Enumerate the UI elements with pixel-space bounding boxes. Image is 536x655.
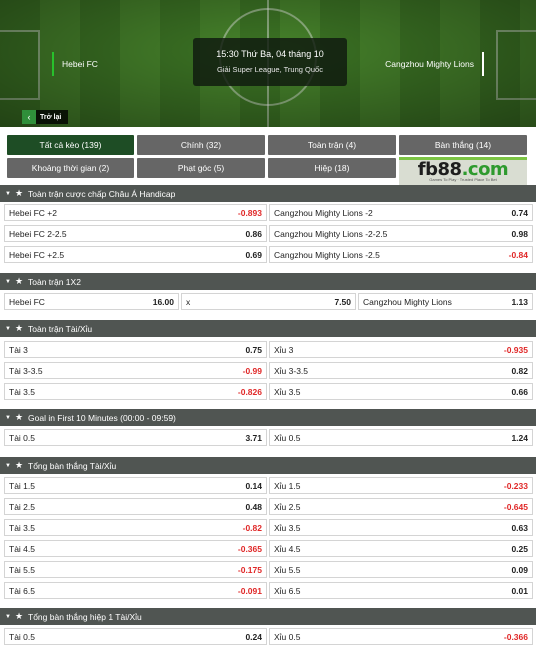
section-title: Toàn trận 1X2 — [28, 276, 81, 287]
tab-full-match[interactable]: Toàn trận (4) — [268, 135, 396, 155]
odds-cell[interactable]: Tài 1.5 0.14 — [4, 477, 267, 494]
odds-cell[interactable]: Xỉu 5.5 0.09 — [269, 561, 533, 578]
star-icon[interactable]: ★ — [14, 323, 24, 334]
odds-cell[interactable]: Tài 3-3.5 -0.99 — [4, 362, 267, 379]
odds-cell[interactable]: Cangzhou Mighty Lions -2 0.74 — [269, 204, 533, 221]
tab-time-period[interactable]: Khoảng thời gian (2) — [7, 158, 134, 178]
star-icon[interactable]: ★ — [14, 460, 24, 471]
odds-cell[interactable]: Xỉu 1.5 -0.233 — [269, 477, 533, 494]
back-button[interactable]: ‹ Trở lại — [22, 110, 69, 124]
odds-cell[interactable]: Xỉu 3-3.5 0.82 — [269, 362, 533, 379]
section-title: Toàn trận cược chấp Châu Á Handicap — [28, 188, 176, 199]
odds-cell[interactable]: Xỉu 3.5 0.66 — [269, 383, 533, 400]
odds-cell[interactable]: Xỉu 0.5 -0.366 — [269, 628, 533, 645]
odds-cell[interactable]: Tài 6.5 -0.091 — [4, 582, 267, 599]
star-icon[interactable]: ★ — [14, 276, 24, 287]
section-title: Toàn trận Tài/Xỉu — [28, 323, 93, 334]
caret-down-icon: ▼ — [5, 462, 11, 469]
odds-cell[interactable]: Xỉu 6.5 0.01 — [269, 582, 533, 599]
match-hero: Hebei FC 15:30 Thứ Ba, 04 tháng 10 Giải … — [0, 0, 536, 127]
section-header-first-half-total[interactable]: ▼ ★ Tổng bàn thắng hiệp 1 Tài/Xỉu — [0, 608, 536, 625]
section-title: Tổng bàn thắng Tài/Xỉu — [28, 460, 117, 471]
back-button-label: Trở lại — [40, 113, 62, 121]
caret-down-icon: ▼ — [5, 613, 11, 620]
odds-cell[interactable]: Cangzhou Mighty Lions -2-2.5 0.98 — [269, 225, 533, 242]
tab-goals[interactable]: Bàn thắng (14) — [399, 135, 527, 155]
section-header-over-under[interactable]: ▼ ★ Toàn trận Tài/Xỉu — [0, 320, 536, 337]
star-icon[interactable]: ★ — [14, 188, 24, 199]
section-header-1x2[interactable]: ▼ ★ Toàn trận 1X2 — [0, 273, 536, 290]
odds-cell[interactable]: Cangzhou Mighty Lions 1.13 — [358, 293, 533, 310]
odds-cell[interactable]: Tài 4.5 -0.365 — [4, 540, 267, 557]
odds-cell[interactable]: Hebei FC 2-2.5 0.86 — [4, 225, 267, 242]
caret-down-icon: ▼ — [5, 278, 11, 285]
match-league: Giải Super League, Trung Quốc — [217, 65, 323, 74]
odds-cell[interactable]: Tài 3.5 -0.826 — [4, 383, 267, 400]
caret-down-icon: ▼ — [5, 414, 11, 421]
odds-cell[interactable]: Hebei FC 16.00 — [4, 293, 179, 310]
section-header-first-10-min[interactable]: ▼ ★ Goal in First 10 Minutes (00:00 - 09… — [0, 409, 536, 426]
tab-corners[interactable]: Phạt góc (5) — [137, 158, 265, 178]
tab-all-odds[interactable]: Tất cả kèo (139) — [7, 135, 134, 155]
section-title: Tổng bàn thắng hiệp 1 Tài/Xỉu — [28, 611, 142, 622]
chevron-left-icon: ‹ — [22, 110, 36, 124]
odds-cell[interactable]: Hebei FC +2 -0.893 — [4, 204, 267, 221]
caret-down-icon: ▼ — [5, 190, 11, 197]
star-icon[interactable]: ★ — [14, 611, 24, 622]
odds-cell[interactable]: Tài 5.5 -0.175 — [4, 561, 267, 578]
odds-cell[interactable]: Tài 3.5 -0.82 — [4, 519, 267, 536]
away-team-name: Cangzhou Mighty Lions — [385, 52, 484, 76]
section-title: Goal in First 10 Minutes (00:00 - 09:59) — [28, 412, 176, 423]
odds-cell[interactable]: Xỉu 0.5 1.24 — [269, 429, 533, 446]
match-info-box: 15:30 Thứ Ba, 04 tháng 10 Giải Super Lea… — [193, 38, 347, 86]
section-header-asian-handicap[interactable]: ▼ ★ Toàn trận cược chấp Châu Á Handicap — [0, 185, 536, 202]
home-team-name: Hebei FC — [52, 52, 98, 76]
tab-main[interactable]: Chính (32) — [137, 135, 265, 155]
fb88-ad-banner[interactable]: fb88.com Games To Play · Trusted Place T… — [399, 157, 527, 185]
odds-cell[interactable]: Hebei FC +2.5 0.69 — [4, 246, 267, 263]
odds-cell[interactable]: x 7.50 — [181, 293, 356, 310]
tab-halves[interactable]: Hiệp (18) — [268, 158, 396, 178]
odds-cell[interactable]: Xỉu 4.5 0.25 — [269, 540, 533, 557]
odds-cell[interactable]: Xỉu 3 -0.935 — [269, 341, 533, 358]
match-time: 15:30 Thứ Ba, 04 tháng 10 — [216, 49, 324, 59]
odds-cell[interactable]: Xỉu 2.5 -0.645 — [269, 498, 533, 515]
odds-cell[interactable]: Tài 0.5 0.24 — [4, 628, 267, 645]
odds-cell[interactable]: Tài 3 0.75 — [4, 341, 267, 358]
caret-down-icon: ▼ — [5, 325, 11, 332]
section-header-total-goals[interactable]: ▼ ★ Tổng bàn thắng Tài/Xỉu — [0, 457, 536, 474]
odds-cell[interactable]: Tài 0.5 3.71 — [4, 429, 267, 446]
odds-cell[interactable]: Xỉu 3.5 0.63 — [269, 519, 533, 536]
odds-cell[interactable]: Tài 2.5 0.48 — [4, 498, 267, 515]
star-icon[interactable]: ★ — [14, 412, 24, 423]
odds-cell[interactable]: Cangzhou Mighty Lions -2.5 -0.84 — [269, 246, 533, 263]
